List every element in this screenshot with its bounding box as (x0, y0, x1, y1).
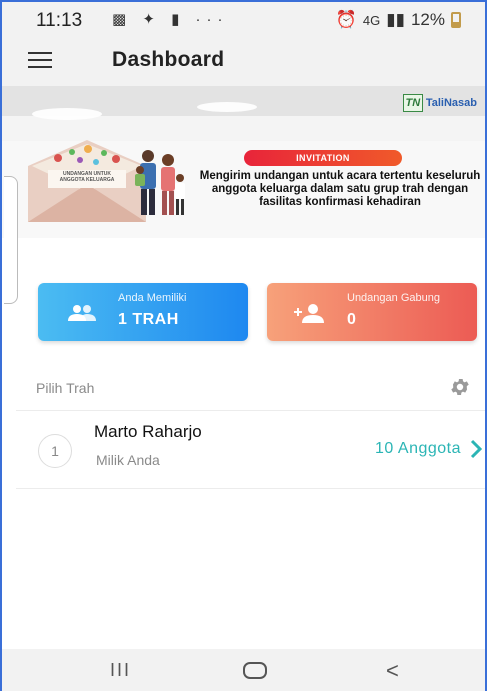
list-item[interactable]: 1 Marto Raharjo Milik Anda 10 Anggota (16, 412, 485, 488)
invitation-pill: INVITATION (244, 150, 402, 166)
signal-icon: ▮▮ (386, 10, 405, 29)
cloud-decoration (197, 102, 257, 112)
divider (16, 410, 485, 411)
home-button[interactable] (243, 662, 267, 679)
member-count: 10 Anggota (375, 440, 461, 457)
owned-value: 1 TRAH (118, 311, 179, 328)
trah-owner-label: Milik Anda (96, 452, 160, 468)
app-bar: Dashboard (2, 36, 485, 86)
invites-value: 0 (347, 311, 357, 328)
gear-icon[interactable] (449, 376, 471, 398)
recent-apps-button[interactable]: III (110, 660, 131, 681)
divider (16, 488, 485, 489)
owned-caption: Anda Memiliki (118, 292, 187, 304)
network-type: 4G (362, 12, 381, 28)
notification-icons: ▩ ✦ ▮ ··· (112, 11, 229, 28)
add-person-icon (294, 304, 324, 323)
status-time: 11:13 (36, 10, 83, 31)
envelope-text: UNDANGAN UNTUK ANGGOTA KELUARGA (59, 171, 115, 183)
cloud-decoration (32, 108, 102, 120)
logo-mark-icon: TN (402, 94, 423, 112)
row-number: 1 (38, 434, 72, 468)
invitation-description: Mengirim undangan untuk acara tertentu k… (199, 170, 481, 208)
status-bar: 11:13 ▩ ✦ ▮ ··· ⏰ 4G ▮▮ 12% (2, 2, 485, 36)
battery-percent: 12% (410, 10, 445, 29)
edge-panel-handle[interactable] (4, 176, 18, 304)
logo-text: TaliNasab (425, 97, 477, 109)
battery-icon (451, 12, 461, 28)
page-title: Dashboard (112, 48, 225, 71)
chevron-right-icon[interactable] (469, 439, 483, 459)
back-button[interactable]: < (386, 658, 399, 684)
menu-icon[interactable] (28, 52, 52, 68)
invites-caption: Undangan Gabung (347, 292, 440, 304)
system-nav-bar: III < (2, 649, 485, 691)
alarm-icon: ⏰ (335, 10, 357, 29)
talinasab-logo: TN TaliNasab (402, 94, 477, 112)
invites-card[interactable]: Undangan Gabung 0 (267, 283, 477, 341)
section-label: Pilih Trah (36, 380, 95, 396)
phone-screen: 11:13 ▩ ✦ ▮ ··· ⏰ 4G ▮▮ 12% Dashboard TN… (0, 0, 487, 691)
family-illustration (135, 150, 185, 215)
trah-name: Marto Raharjo (94, 422, 202, 441)
owned-trah-card[interactable]: Anda Memiliki 1 TRAH (38, 283, 248, 341)
group-icon (68, 305, 96, 321)
status-right: ⏰ 4G ▮▮ 12% (336, 10, 461, 30)
